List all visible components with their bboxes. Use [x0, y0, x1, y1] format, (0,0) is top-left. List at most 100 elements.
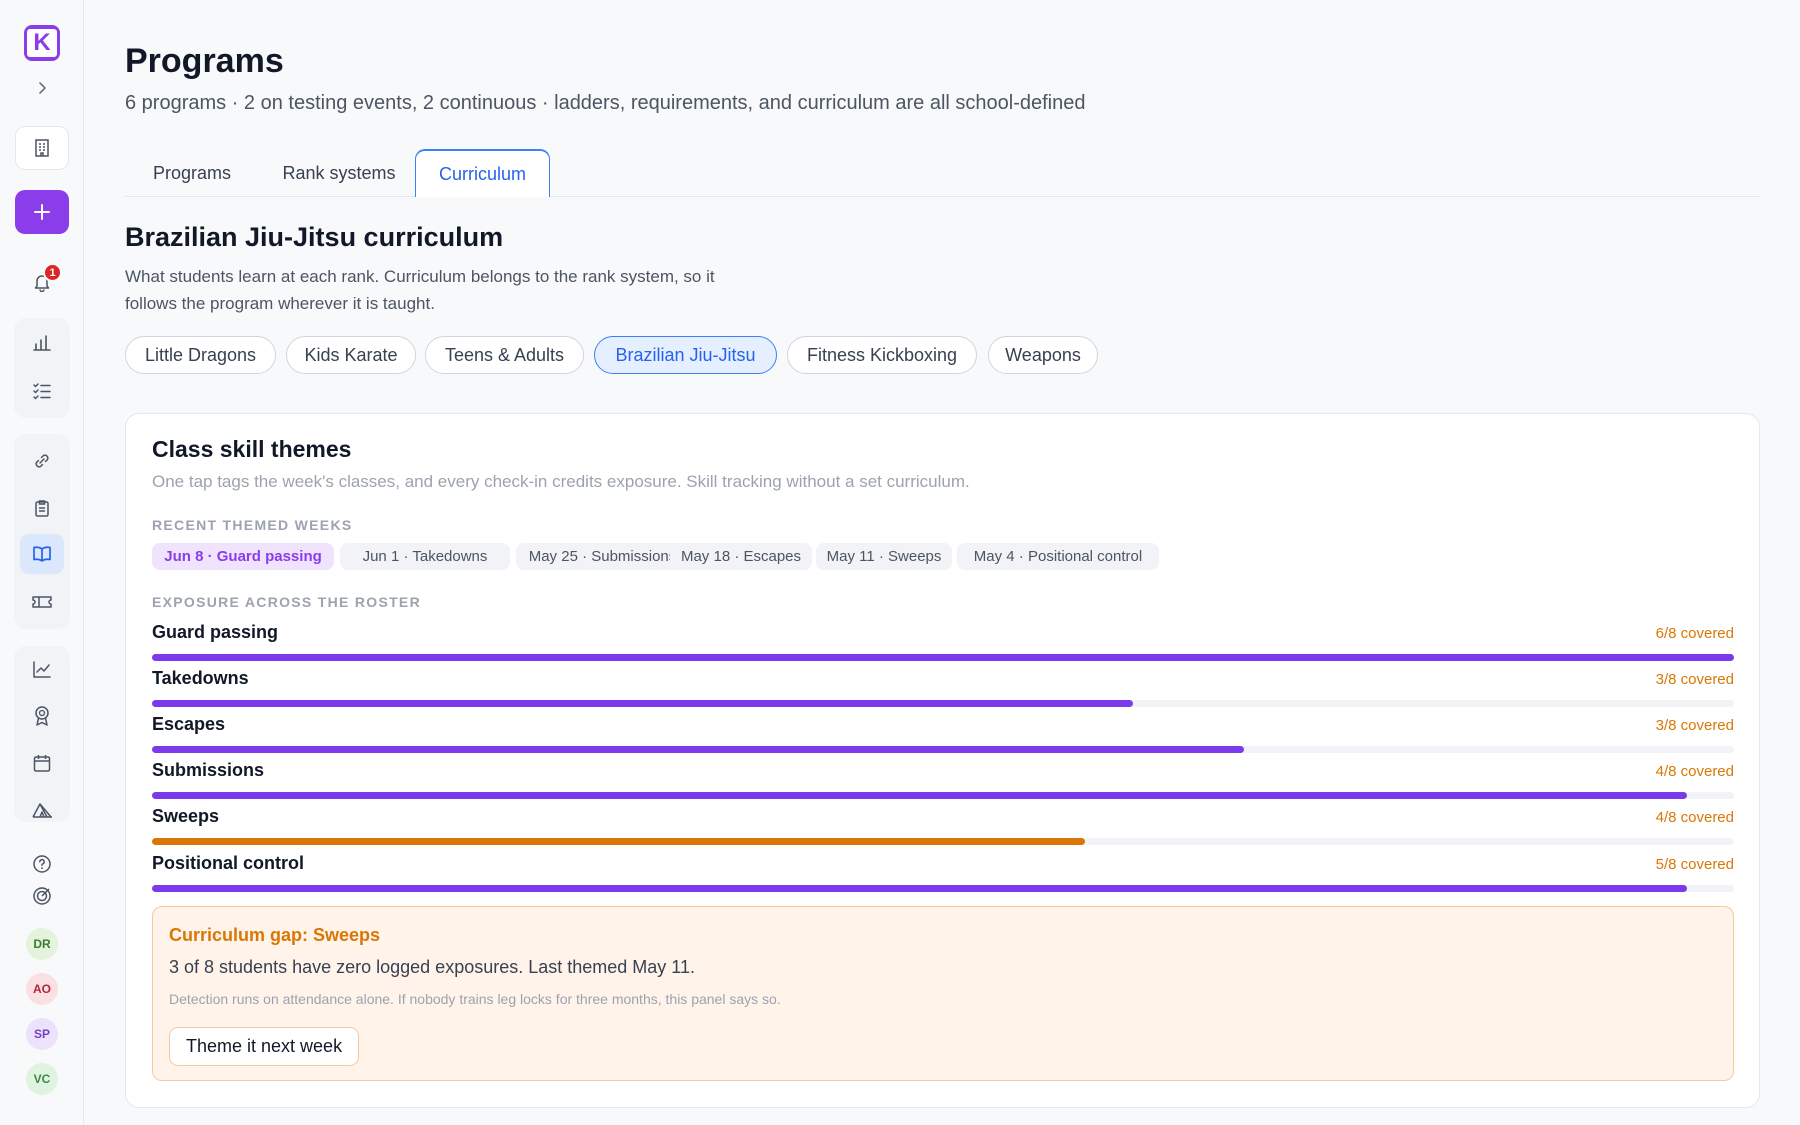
goals-button[interactable]: [30, 884, 54, 908]
skill-row: Sweeps 4/8 covered: [152, 806, 1734, 852]
skill-name: Submissions: [152, 760, 265, 780]
skill-name: Escapes: [152, 714, 226, 734]
skill-row: Positional control 5/8 covered: [152, 853, 1734, 899]
expand-sidebar-icon[interactable]: [30, 76, 54, 100]
program-pill-teens-adults[interactable]: Teens & Adults: [425, 336, 584, 374]
exposure-bar-track: [152, 700, 1734, 707]
add-button[interactable]: [15, 190, 69, 234]
help-icon: [33, 855, 51, 873]
themed-week-chip[interactable]: May 4 · Positional control: [957, 543, 1159, 570]
nav-tasks[interactable]: [20, 371, 64, 411]
nav-ranks[interactable]: [20, 696, 64, 736]
nav-reports[interactable]: [20, 323, 64, 363]
exposure-bar-track: [152, 838, 1734, 845]
trend-icon: [33, 661, 51, 678]
page-subtitle: 6 programs · 2 on testing events, 2 cont…: [125, 92, 1086, 114]
themed-week-chip[interactable]: May 18 · Escapes: [670, 543, 812, 570]
exposure-bar-fill: [152, 746, 1244, 753]
sidebar: K 1 DR AO SP VC: [0, 0, 84, 1125]
tab-programs[interactable]: Programs: [125, 149, 259, 197]
building-icon: [35, 139, 49, 157]
theme-next-week-button[interactable]: Theme it next week: [169, 1027, 360, 1066]
curriculum-gap-alert: Curriculum gap: Sweeps 3 of 8 students h…: [152, 906, 1734, 1081]
exposure-bar-fill: [152, 654, 1734, 661]
skill-name: Sweeps: [152, 806, 220, 826]
bar-chart-icon: [33, 335, 51, 351]
tab-bar: Programs Rank systems Curriculum: [125, 149, 1760, 197]
skill-coverage: 4/8 covered: [1655, 809, 1734, 826]
notification-badge: 1: [43, 263, 62, 282]
skill-row: Takedowns 3/8 covered: [152, 668, 1734, 714]
tent-icon: [32, 803, 52, 818]
clipboard-icon: [35, 500, 49, 517]
nav-techniques[interactable]: [20, 441, 64, 481]
skill-name: Takedowns: [152, 668, 249, 688]
exposure-bar-track: [152, 792, 1734, 799]
themed-week-chip[interactable]: Jun 8 · Guard passing: [152, 543, 334, 570]
curriculum-title: Brazilian Jiu-Jitsu curriculum: [125, 222, 504, 252]
exposure-bar-track: [152, 885, 1734, 892]
exposure-bar-track: [152, 654, 1734, 661]
card-subtitle: One tap tags the week's classes, and eve…: [152, 472, 970, 491]
book-open-icon: [33, 546, 51, 562]
skill-name: Positional control: [152, 853, 305, 873]
recent-weeks-caption: RECENT THEMED WEEKS: [152, 517, 353, 533]
skill-coverage: 6/8 covered: [1655, 625, 1734, 642]
card-title: Class skill themes: [152, 436, 352, 462]
help-button[interactable]: [30, 852, 54, 876]
nav-passes[interactable]: [20, 582, 64, 622]
skill-coverage: 4/8 covered: [1655, 763, 1734, 780]
themed-week-chip[interactable]: May 11 · Sweeps: [816, 543, 952, 570]
page-title: Programs: [125, 42, 284, 80]
nav-group-insights: [14, 318, 70, 418]
nav-group-ops: [14, 646, 70, 822]
exposure-bar-fill: [152, 838, 1086, 845]
nav-curriculum[interactable]: [20, 534, 64, 574]
avatar[interactable]: VC: [26, 1063, 58, 1095]
school-switcher-button[interactable]: [15, 126, 69, 170]
skill-row: Submissions 4/8 covered: [152, 760, 1734, 806]
nav-events[interactable]: [20, 790, 64, 830]
award-icon: [35, 706, 49, 726]
skill-coverage: 5/8 covered: [1655, 856, 1734, 873]
gap-note: Detection runs on attendance alone. If n…: [169, 991, 781, 1007]
program-pill-fitness-kickboxing[interactable]: Fitness Kickboxing: [787, 336, 977, 374]
link-icon: [35, 454, 49, 468]
skill-coverage: 3/8 covered: [1655, 717, 1734, 734]
notifications-button[interactable]: 1: [30, 263, 62, 294]
ticket-icon: [32, 596, 52, 608]
logo-letter: K: [27, 29, 57, 57]
program-pill-kids-karate[interactable]: Kids Karate: [286, 336, 416, 374]
skill-coverage: 3/8 covered: [1655, 671, 1734, 688]
program-pill-weapons[interactable]: Weapons: [988, 336, 1098, 374]
nav-calendar[interactable]: [20, 743, 64, 783]
nav-requirements[interactable]: [20, 488, 64, 528]
gap-text: 3 of 8 students have zero logged exposur…: [169, 957, 695, 977]
avatar[interactable]: DR: [26, 928, 58, 960]
exposure-bar-fill: [152, 700, 1133, 707]
skill-name: Guard passing: [152, 622, 279, 642]
curriculum-description: What students learn at each rank. Curric…: [125, 267, 715, 313]
nav-analytics[interactable]: [20, 649, 64, 689]
gap-title: Curriculum gap: Sweeps: [169, 925, 381, 945]
app-logo[interactable]: K: [24, 25, 60, 61]
skill-row: Guard passing 6/8 covered: [152, 622, 1734, 668]
tab-curriculum[interactable]: Curriculum: [415, 149, 550, 197]
exposure-bar-fill: [152, 792, 1687, 799]
skill-themes-card: Class skill themes One tap tags the week…: [125, 413, 1760, 1108]
calendar-icon: [33, 755, 51, 772]
plus-icon: [34, 204, 50, 220]
themed-week-chip[interactable]: Jun 1 · Takedowns: [340, 543, 510, 570]
exposure-bar-fill: [152, 885, 1687, 892]
exposure-bar-track: [152, 746, 1734, 753]
avatar[interactable]: AO: [26, 973, 58, 1005]
program-pill-little-dragons[interactable]: Little Dragons: [125, 336, 276, 374]
avatar[interactable]: SP: [26, 1018, 58, 1050]
themed-week-chip[interactable]: May 25 · Submissions: [516, 543, 689, 570]
checklist-icon: [33, 383, 51, 400]
tab-rank-systems[interactable]: Rank systems: [259, 149, 419, 197]
skill-row: Escapes 3/8 covered: [152, 714, 1734, 760]
nav-group-programs: [14, 434, 70, 629]
program-pill-bjj[interactable]: Brazilian Jiu-Jitsu: [594, 336, 777, 374]
exposure-caption: EXPOSURE ACROSS THE ROSTER: [152, 594, 421, 610]
